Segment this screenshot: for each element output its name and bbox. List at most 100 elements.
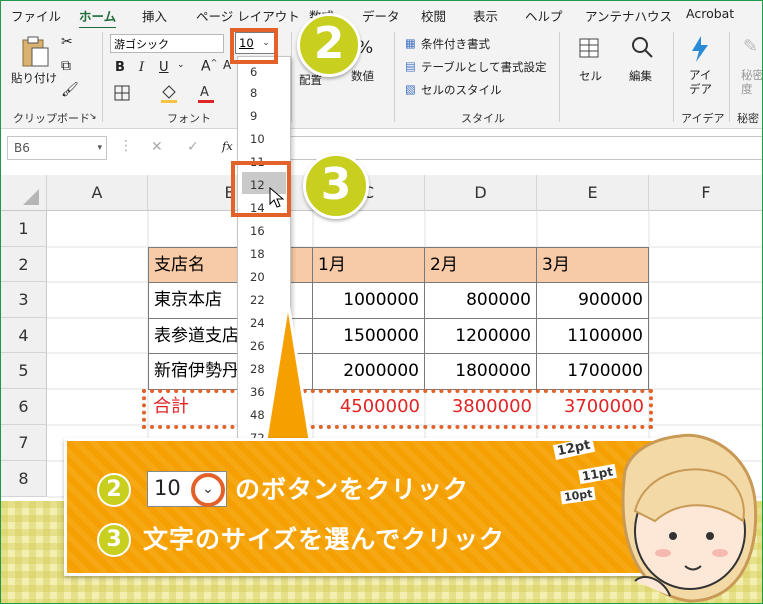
step-number-2: 2 bbox=[97, 473, 131, 507]
instruction-panel: 2 10 ⌄ のボタンをクリック 3 文字のサイズを選んでクリック bbox=[64, 438, 659, 576]
paste-icon bbox=[22, 36, 49, 67]
borders-icon[interactable] bbox=[113, 84, 133, 102]
callout-pointer bbox=[263, 302, 313, 446]
lightning-icon bbox=[692, 36, 708, 62]
table-cell-jan[interactable]: 2000000 bbox=[312, 353, 425, 390]
font-group-label: フォント bbox=[167, 112, 211, 125]
woman-illustration-icon bbox=[621, 433, 758, 603]
step-3-badge: 3 bbox=[303, 153, 369, 219]
step-number-3: 3 bbox=[97, 523, 131, 557]
tab-file[interactable]: ファイル bbox=[11, 6, 61, 25]
format-as-table-icon: ▤ bbox=[405, 59, 416, 73]
format-painter-icon[interactable]: 🖌 bbox=[61, 82, 79, 98]
sensitivity-label: 秘密度 bbox=[741, 68, 763, 96]
font-size-option[interactable]: 9 bbox=[250, 109, 257, 123]
ribbon-tabs: ファイル ホーム 挿入 ページ レイアウト 数式 データ 校閲 表示 ヘルプ ア… bbox=[1, 1, 762, 30]
font-name-box[interactable]: 游ゴシック bbox=[110, 34, 224, 53]
row-header-4[interactable]: 4 bbox=[1, 318, 47, 353]
tab-page-layout[interactable]: ページ レイアウト bbox=[196, 6, 300, 25]
paste-label: 貼り付け bbox=[11, 71, 57, 85]
row-header-1[interactable]: 1 bbox=[1, 211, 47, 247]
underline-button[interactable]: U bbox=[159, 60, 169, 75]
cut-icon[interactable]: ✂ bbox=[61, 34, 73, 50]
sensitivity-group-label: 秘密 bbox=[737, 112, 759, 125]
font-color-icon[interactable]: A bbox=[196, 82, 216, 104]
row-header-8[interactable]: 8 bbox=[1, 461, 47, 497]
font-size-option[interactable]: 10 bbox=[250, 132, 265, 146]
copy-icon[interactable]: ⧉ bbox=[61, 58, 71, 74]
table-cell-jan[interactable]: 1000000 bbox=[312, 282, 425, 319]
tab-review[interactable]: 校閲 bbox=[421, 6, 446, 25]
number-label[interactable]: 数値 bbox=[351, 68, 374, 84]
select-all-triangle-icon bbox=[23, 189, 39, 205]
divider bbox=[559, 32, 560, 122]
table-cell-feb[interactable]: 1800000 bbox=[424, 353, 537, 390]
font-size-value-illustration: 10 bbox=[154, 476, 181, 500]
grow-font-icon[interactable]: A^ bbox=[201, 58, 217, 75]
row-header-3[interactable]: 3 bbox=[1, 282, 47, 318]
search-icon bbox=[632, 37, 653, 58]
row-header-2[interactable]: 2 bbox=[1, 247, 47, 282]
chevron-down-icon: ⌄ bbox=[191, 473, 225, 507]
tab-acrobat[interactable]: Acrobat bbox=[686, 6, 734, 21]
column-header-a[interactable]: A bbox=[47, 175, 148, 211]
tab-insert[interactable]: 挿入 bbox=[142, 6, 167, 25]
tab-home[interactable]: ホーム bbox=[79, 6, 117, 30]
cells-label: セル bbox=[579, 69, 602, 83]
table-header-mar[interactable]: 3月 bbox=[536, 247, 649, 283]
table-cell-mar[interactable]: 1700000 bbox=[536, 353, 649, 390]
bold-button[interactable]: B bbox=[115, 60, 125, 75]
table-cell-mar[interactable]: 1100000 bbox=[536, 318, 649, 354]
column-header-e[interactable]: E bbox=[537, 175, 649, 211]
table-cell-mar[interactable]: 900000 bbox=[536, 282, 649, 319]
cancel-icon[interactable]: ✕ bbox=[151, 139, 163, 155]
name-box-value: B6 bbox=[14, 141, 30, 155]
table-header-feb[interactable]: 2月 bbox=[424, 247, 537, 283]
row-header-7[interactable]: 7 bbox=[1, 425, 47, 461]
font-size-option[interactable]: 18 bbox=[250, 247, 265, 261]
format-as-table-label: テーブルとして書式設定 bbox=[421, 60, 547, 74]
table-header-jan[interactable]: 1月 bbox=[312, 247, 425, 283]
divider bbox=[394, 32, 395, 122]
ideas-label: アイデア bbox=[689, 68, 712, 96]
divider bbox=[102, 32, 103, 122]
table-cell-feb[interactable]: 1200000 bbox=[424, 318, 537, 354]
column-header-d[interactable]: D bbox=[425, 175, 537, 211]
chevron-down-icon[interactable]: ▾ bbox=[97, 137, 102, 159]
clipboard-launcher-icon[interactable]: ↘ bbox=[89, 112, 97, 122]
step-3-text: 文字のサイズを選んでクリック bbox=[143, 525, 506, 554]
total-row-highlight bbox=[142, 389, 653, 429]
formula-bar: B6 ▾ ⋮ ✕ ✓ fx bbox=[1, 129, 762, 167]
font-size-option[interactable]: 6 bbox=[250, 65, 257, 79]
fill-color-icon[interactable] bbox=[159, 82, 179, 104]
font-size-option[interactable]: 20 bbox=[250, 270, 265, 284]
step-2-text: のボタンをクリック bbox=[235, 475, 470, 504]
row-header-6[interactable]: 6 bbox=[1, 389, 47, 425]
conditional-format-label: 条件付き書式 bbox=[421, 37, 490, 51]
font-name-value: 游ゴシック bbox=[114, 38, 169, 51]
clipboard-group-label: クリップボード bbox=[13, 112, 90, 125]
font-size-option[interactable]: 16 bbox=[250, 224, 265, 238]
tab-help[interactable]: ヘルプ bbox=[525, 6, 563, 25]
ribbon: 貼り付け ✂ ⧉ 🖌 クリップボード ↘ 游ゴシック B I U ⌄ A^ A … bbox=[1, 28, 763, 129]
table-cell-jan[interactable]: 1500000 bbox=[312, 318, 425, 354]
italic-button[interactable]: I bbox=[139, 60, 144, 75]
insert-function-button[interactable]: fx bbox=[222, 139, 233, 153]
tab-data[interactable]: データ bbox=[362, 6, 400, 25]
column-header-f[interactable]: F bbox=[649, 175, 762, 211]
select-all-corner[interactable] bbox=[1, 175, 47, 211]
tab-antenna-house[interactable]: アンテナハウス bbox=[585, 6, 672, 25]
row-header-5[interactable]: 5 bbox=[1, 353, 47, 389]
cell-styles-label: セルのスタイル bbox=[421, 83, 502, 97]
underline-dropdown-icon[interactable]: ⌄ bbox=[177, 60, 185, 70]
font-size-option[interactable]: 8 bbox=[250, 86, 257, 100]
editing-label: 編集 bbox=[629, 69, 652, 83]
step-2-badge: 2 bbox=[297, 13, 361, 77]
conditional-format-icon: ▦ bbox=[405, 36, 416, 50]
tab-view[interactable]: 表示 bbox=[473, 6, 498, 25]
table-cell-feb[interactable]: 800000 bbox=[424, 282, 537, 319]
enter-icon[interactable]: ✓ bbox=[187, 139, 199, 155]
size-12-highlight bbox=[231, 161, 291, 217]
cell-styles-icon: ▧ bbox=[405, 82, 416, 96]
name-box[interactable]: B6 ▾ bbox=[7, 136, 107, 160]
